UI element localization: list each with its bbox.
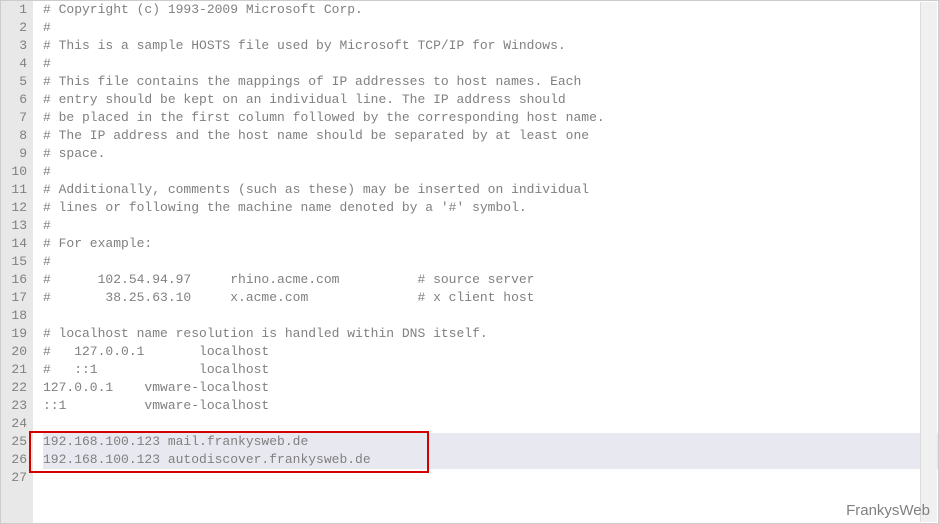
code-line[interactable] [43, 415, 938, 433]
code-line[interactable]: # lines or following the machine name de… [43, 199, 938, 217]
code-line[interactable]: # The IP address and the host name shoul… [43, 127, 938, 145]
line-number: 19 [5, 325, 27, 343]
line-number: 12 [5, 199, 27, 217]
code-line[interactable]: # be placed in the first column followed… [43, 109, 938, 127]
code-line[interactable]: # [43, 163, 938, 181]
line-number: 4 [5, 55, 27, 73]
vertical-scrollbar-track[interactable] [920, 2, 937, 522]
line-number: 8 [5, 127, 27, 145]
code-editor: 1234567891011121314151617181920212223242… [1, 1, 938, 523]
code-line[interactable]: 192.168.100.123 autodiscover.frankysweb.… [43, 451, 938, 469]
line-number: 16 [5, 271, 27, 289]
line-number: 27 [5, 469, 27, 487]
line-number: 17 [5, 289, 27, 307]
code-line[interactable]: # [43, 19, 938, 37]
line-number: 26 [5, 451, 27, 469]
line-number: 3 [5, 37, 27, 55]
line-number: 25 [5, 433, 27, 451]
line-number: 6 [5, 91, 27, 109]
line-number: 21 [5, 361, 27, 379]
line-number: 10 [5, 163, 27, 181]
code-line[interactable]: # space. [43, 145, 938, 163]
line-number: 22 [5, 379, 27, 397]
code-line[interactable]: # ::1 localhost [43, 361, 938, 379]
code-line[interactable]: # entry should be kept on an individual … [43, 91, 938, 109]
line-number: 18 [5, 307, 27, 325]
code-line[interactable]: ::1 vmware-localhost [43, 397, 938, 415]
line-number: 14 [5, 235, 27, 253]
line-number: 7 [5, 109, 27, 127]
line-number: 5 [5, 73, 27, 91]
code-line[interactable]: # This is a sample HOSTS file used by Mi… [43, 37, 938, 55]
code-line[interactable]: # localhost name resolution is handled w… [43, 325, 938, 343]
watermark-label: FrankysWeb [846, 502, 930, 519]
code-line[interactable] [43, 307, 938, 325]
line-number: 1 [5, 1, 27, 19]
code-line[interactable]: # 102.54.94.97 rhino.acme.com # source s… [43, 271, 938, 289]
code-line[interactable]: # Additionally, comments (such as these)… [43, 181, 938, 199]
code-line[interactable]: # 127.0.0.1 localhost [43, 343, 938, 361]
code-line[interactable]: # [43, 55, 938, 73]
code-line[interactable]: # For example: [43, 235, 938, 253]
code-line[interactable]: # [43, 217, 938, 235]
code-line[interactable]: # This file contains the mappings of IP … [43, 73, 938, 91]
line-number: 11 [5, 181, 27, 199]
line-number-gutter: 1234567891011121314151617181920212223242… [1, 1, 33, 523]
line-number: 13 [5, 217, 27, 235]
code-line[interactable]: # 38.25.63.10 x.acme.com # x client host [43, 289, 938, 307]
line-number: 23 [5, 397, 27, 415]
line-number: 15 [5, 253, 27, 271]
line-number: 24 [5, 415, 27, 433]
code-line[interactable]: 192.168.100.123 mail.frankysweb.de [43, 433, 938, 451]
line-number: 2 [5, 19, 27, 37]
code-line[interactable]: 127.0.0.1 vmware-localhost [43, 379, 938, 397]
line-number: 9 [5, 145, 27, 163]
code-line[interactable]: # Copyright (c) 1993-2009 Microsoft Corp… [43, 1, 938, 19]
code-line[interactable]: # [43, 253, 938, 271]
line-number: 20 [5, 343, 27, 361]
code-line[interactable] [43, 469, 938, 487]
code-content-area[interactable]: # Copyright (c) 1993-2009 Microsoft Corp… [33, 1, 938, 523]
